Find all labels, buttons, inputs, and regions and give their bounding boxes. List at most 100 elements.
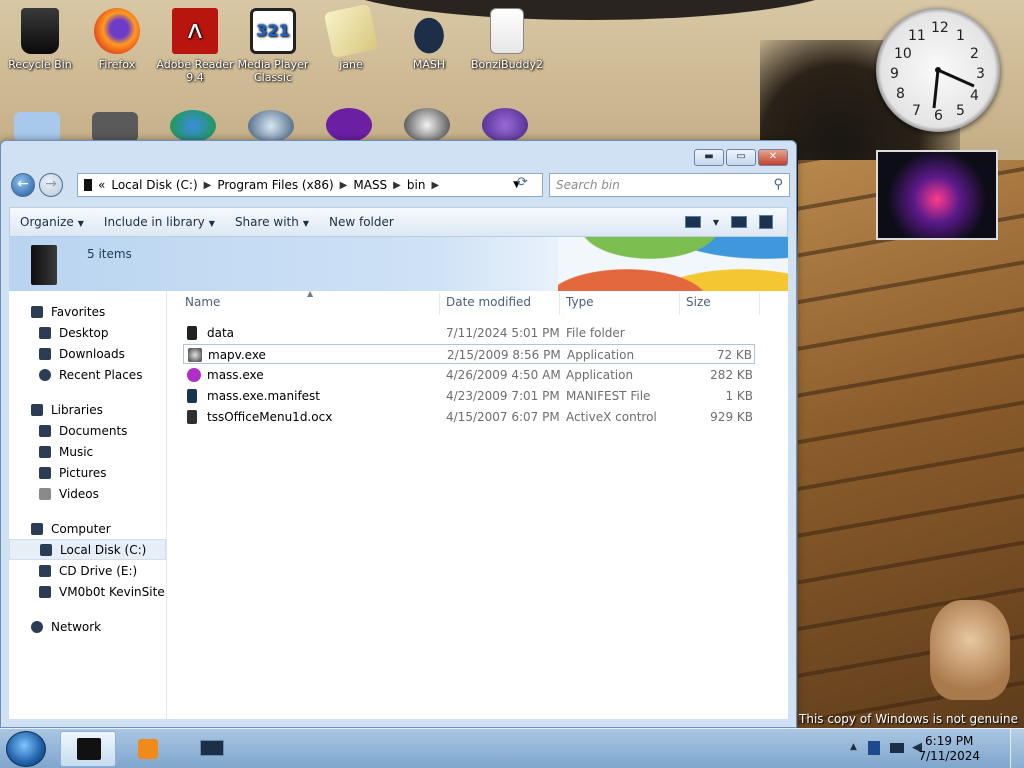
preview-pane-icon[interactable]	[731, 216, 747, 228]
new-folder-button[interactable]: New folder	[319, 215, 404, 229]
nav-videos[interactable]: Videos	[9, 483, 166, 504]
nav-label: VM0b0t KevinSite	[59, 584, 165, 599]
column-divider[interactable]	[679, 293, 680, 315]
breadcrumb-arrow-icon[interactable]: ▶	[340, 180, 348, 191]
desktop-icon-mash[interactable]: MASH	[389, 8, 469, 71]
nav-cd-drive[interactable]: CD Drive (E:)	[9, 560, 166, 581]
file-size: 1 KB	[725, 389, 753, 403]
file-row-selected[interactable]: mapv.exe 2/15/2009 8:56 PM Application 7…	[183, 344, 755, 364]
item-count: 5 items	[87, 247, 132, 261]
not-genuine-watermark: This copy of Windows is not genuine	[799, 712, 1018, 726]
title-bar[interactable]: ▬ ▭ ✕	[1, 141, 796, 169]
nav-label: Pictures	[59, 465, 107, 480]
help-icon[interactable]	[759, 215, 773, 229]
organize-button[interactable]: Organize ▼	[10, 215, 94, 229]
breadcrumb-arrow-icon[interactable]: ▶	[204, 180, 212, 191]
taskbar-date: 7/11/2024	[918, 749, 980, 763]
file-row[interactable]: data 7/11/2024 5:01 PM File folder	[179, 323, 769, 343]
nav-label: Local Disk (C:)	[60, 542, 147, 557]
taskbar-explorer-button[interactable]	[60, 731, 116, 767]
forward-button[interactable]: →	[39, 173, 63, 197]
desktop-icon-adobe-reader[interactable]: ᴧ Adobe Reader 9.4	[155, 8, 235, 84]
column-label: Size	[686, 295, 711, 309]
system-tray: ▲ ◀ 6:19 PM 7/11/2024	[844, 729, 1024, 768]
search-input[interactable]: Search bin ⚲	[549, 173, 790, 197]
nav-network[interactable]: Network	[9, 616, 166, 637]
change-view-icon[interactable]	[684, 216, 701, 228]
file-date: 4/23/2009 7:01 PM	[446, 389, 560, 403]
nav-label: Recent Places	[59, 367, 143, 382]
desktop-icon-media-player[interactable]: 321 Media Player Classic	[233, 8, 313, 84]
desktop-icon-firefox[interactable]: Firefox	[77, 8, 157, 71]
breadcrumb-arrow-icon[interactable]: ▶	[393, 180, 401, 191]
file-type: File folder	[566, 326, 625, 340]
file-date: 2/15/2009 8:56 PM	[447, 348, 561, 362]
breadcrumb-overflow[interactable]: «	[98, 178, 105, 192]
breadcrumb-local-disk[interactable]: Local Disk (C:)	[111, 178, 197, 192]
share-with-button[interactable]: Share with ▼	[225, 215, 319, 229]
column-divider[interactable]	[759, 293, 760, 315]
show-hidden-icons-icon[interactable]: ▲	[850, 742, 857, 752]
sort-arrow-icon: ▲	[307, 289, 314, 298]
breadcrumb-bin[interactable]: bin	[407, 178, 426, 192]
taskbar-media-player-button[interactable]	[122, 731, 178, 767]
nav-label: Computer	[51, 521, 111, 536]
taskbar-app-button[interactable]	[184, 731, 240, 767]
breadcrumb-arrow-icon[interactable]: ▶	[431, 180, 439, 191]
nav-documents[interactable]: Documents	[9, 420, 166, 441]
downloads-icon	[39, 347, 51, 360]
breadcrumb-program-files[interactable]: Program Files (x86)	[217, 178, 333, 192]
column-header-date[interactable]: Date modified	[446, 295, 531, 315]
explorer-window: ▬ ▭ ✕ ← → « Local Disk (C:) ▶ Program Fi…	[0, 140, 797, 728]
mass-app-icon	[187, 368, 201, 382]
include-in-library-button[interactable]: Include in library ▼	[94, 215, 225, 229]
spy-app-icon	[188, 348, 202, 362]
column-header-name[interactable]: Name	[185, 295, 220, 315]
network-tray-icon[interactable]	[890, 743, 904, 753]
slideshow-gadget[interactable]	[876, 150, 998, 240]
nav-computer[interactable]: Computer	[9, 518, 166, 539]
search-icon[interactable]: ⚲	[773, 177, 783, 192]
content-area: Favorites Desktop Downloads Recent Place…	[9, 289, 788, 719]
file-size: 282 KB	[710, 368, 753, 382]
column-header-type[interactable]: Type	[566, 295, 594, 315]
nav-network-drive[interactable]: VM0b0t KevinSite	[9, 581, 166, 602]
maximize-button[interactable]: ▭	[726, 149, 756, 166]
taskbar-clock[interactable]: 6:19 PM 7/11/2024	[918, 734, 980, 764]
nav-music[interactable]: Music	[9, 441, 166, 462]
desktop-icon-recycle-bin[interactable]: Recycle Bin	[0, 8, 80, 71]
close-button[interactable]: ✕	[758, 149, 788, 166]
bonzibuddy-icon	[490, 8, 524, 54]
column-divider[interactable]	[559, 293, 560, 315]
organize-label: Organize	[20, 215, 74, 229]
tray-app-icon[interactable]	[868, 741, 880, 755]
nav-group-libraries: Libraries Documents Music Pictures Video…	[9, 399, 166, 504]
clock-gadget[interactable]: 12 1 2 3 4 5 6 7 8 9 10 11	[876, 8, 1000, 132]
nav-downloads[interactable]: Downloads	[9, 343, 166, 364]
desktop-icon-jane[interactable]: jane	[311, 3, 391, 71]
column-label: Type	[566, 295, 594, 309]
desktop-icon-bonzibuddy[interactable]: BonziBuddy2	[467, 8, 547, 71]
nav-desktop[interactable]: Desktop	[9, 322, 166, 343]
address-bar[interactable]: « Local Disk (C:) ▶ Program Files (x86) …	[77, 173, 543, 197]
command-bar: Organize ▼ Include in library ▼ Share with…	[9, 207, 788, 237]
show-desktop-button[interactable]	[1010, 729, 1024, 768]
breadcrumb-mass[interactable]: MASS	[353, 178, 387, 192]
minimize-button[interactable]: ▬	[694, 149, 724, 166]
nav-recent-places[interactable]: Recent Places	[9, 364, 166, 385]
nav-local-disk[interactable]: Local Disk (C:)	[9, 539, 166, 560]
column-header-size[interactable]: Size	[686, 295, 711, 315]
nav-favorites[interactable]: Favorites	[9, 301, 166, 322]
windows-logo-icon	[558, 237, 788, 291]
refresh-icon[interactable]: ⟳	[517, 175, 528, 190]
computer-icon	[31, 522, 43, 535]
back-button[interactable]: ←	[11, 173, 35, 197]
file-row[interactable]: mass.exe.manifest 4/23/2009 7:01 PM MANI…	[179, 386, 769, 406]
nav-libraries[interactable]: Libraries	[9, 399, 166, 420]
file-row[interactable]: mass.exe 4/26/2009 4:50 AM Application 2…	[179, 365, 769, 385]
file-row[interactable]: tssOfficeMenu1d.ocx 4/15/2007 6:07 PM Ac…	[179, 407, 769, 427]
column-divider[interactable]	[439, 293, 440, 315]
nav-pictures[interactable]: Pictures	[9, 462, 166, 483]
start-button[interactable]	[6, 731, 46, 767]
view-dropdown-icon[interactable]: ▼	[713, 218, 719, 227]
